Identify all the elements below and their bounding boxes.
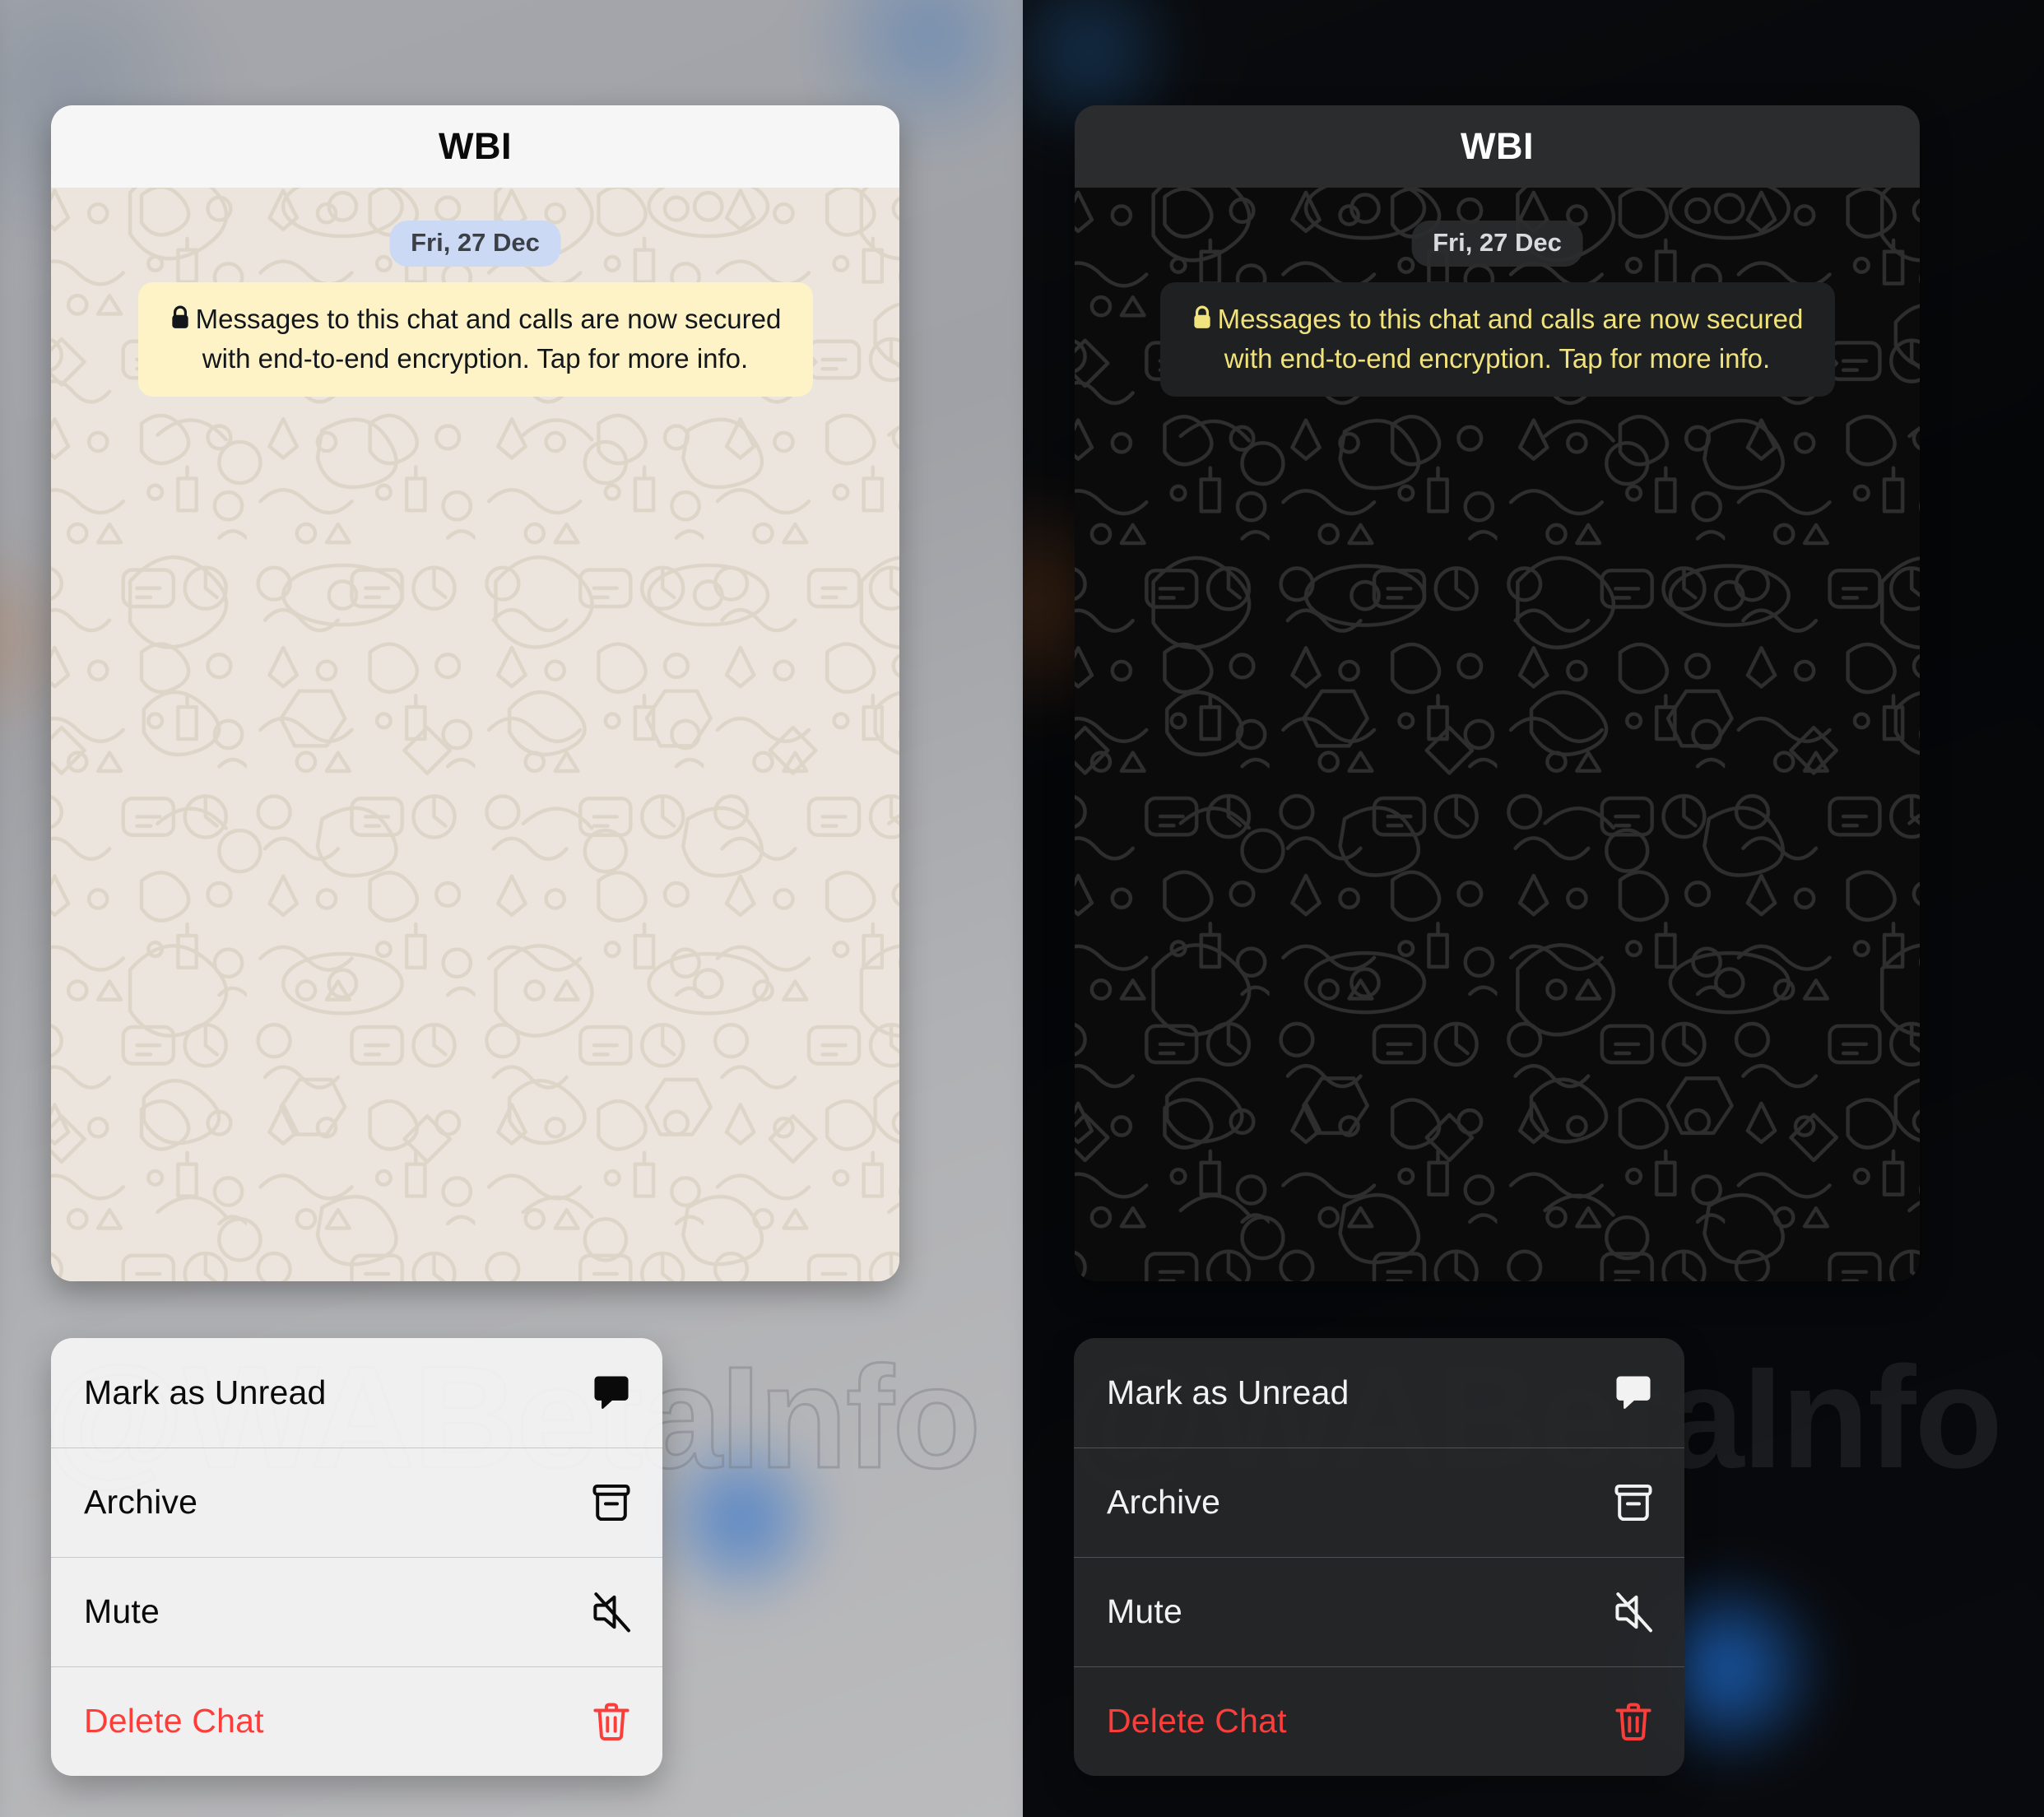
chat-body-dark: Fri, 27 Dec Messages to this chat and ca… [1075, 188, 1920, 1281]
lock-icon [1192, 302, 1213, 340]
encryption-notice-light[interactable]: Messages to this chat and calls are now … [137, 282, 813, 397]
light-mode-pane: WBI Fri, 27 Dec Messages to this chat an… [0, 0, 1023, 1817]
chat-context-menu-light[interactable]: Mark as Unread Archive Mute Delete Chat [51, 1338, 662, 1776]
menu-item-label: Archive [84, 1483, 198, 1521]
date-divider-light: Fri, 27 Dec [389, 221, 561, 267]
menu-item-delete-chat[interactable]: Delete Chat [1074, 1666, 1684, 1776]
archive-box-icon [1610, 1480, 1656, 1526]
menu-item-label: Mute [84, 1592, 160, 1630]
menu-item-archive[interactable]: Archive [51, 1448, 662, 1557]
chat-preview-card-dark[interactable]: WBI Fri, 27 Dec Messages to this chat an… [1075, 105, 1920, 1281]
date-divider-dark: Fri, 27 Dec [1411, 221, 1583, 267]
speaker-slash-icon [588, 1589, 634, 1635]
menu-item-label: Delete Chat [84, 1702, 264, 1740]
chat-bubble-filled-icon [588, 1370, 634, 1416]
menu-item-label: Mute [1107, 1592, 1182, 1630]
trash-icon [588, 1698, 634, 1745]
chat-body-light: Fri, 27 Dec Messages to this chat and ca… [51, 188, 899, 1281]
chat-title: WBI [439, 125, 512, 167]
menu-item-label: Mark as Unread [1107, 1373, 1350, 1411]
menu-item-mute[interactable]: Mute [51, 1557, 662, 1666]
encryption-notice-text: Messages to this chat and calls are now … [195, 304, 782, 374]
menu-item-label: Archive [1107, 1483, 1221, 1521]
chat-bubble-filled-icon [1610, 1370, 1656, 1416]
chat-preview-card-light[interactable]: WBI Fri, 27 Dec Messages to this chat an… [51, 105, 899, 1281]
dark-mode-pane: WBI Fri, 27 Dec Messages to this chat an… [1023, 0, 2044, 1817]
archive-box-icon [588, 1480, 634, 1526]
chat-title: WBI [1461, 125, 1534, 167]
encryption-notice-text: Messages to this chat and calls are now … [1217, 304, 1804, 374]
menu-item-mark-as-unread[interactable]: Mark as Unread [1074, 1338, 1684, 1448]
chat-header-light: WBI [51, 105, 899, 188]
menu-item-label: Delete Chat [1107, 1702, 1287, 1740]
menu-item-mark-as-unread[interactable]: Mark as Unread [51, 1338, 662, 1448]
chat-header-dark: WBI [1075, 105, 1920, 188]
speaker-slash-icon [1610, 1589, 1656, 1635]
encryption-notice-dark[interactable]: Messages to this chat and calls are now … [1159, 282, 1835, 397]
lock-icon [170, 302, 191, 340]
chat-context-menu-dark[interactable]: Mark as Unread Archive Mute Delete Chat [1074, 1338, 1684, 1776]
trash-icon [1610, 1698, 1656, 1745]
menu-item-archive[interactable]: Archive [1074, 1448, 1684, 1557]
menu-item-mute[interactable]: Mute [1074, 1557, 1684, 1666]
menu-item-label: Mark as Unread [84, 1373, 327, 1411]
menu-item-delete-chat[interactable]: Delete Chat [51, 1666, 662, 1776]
